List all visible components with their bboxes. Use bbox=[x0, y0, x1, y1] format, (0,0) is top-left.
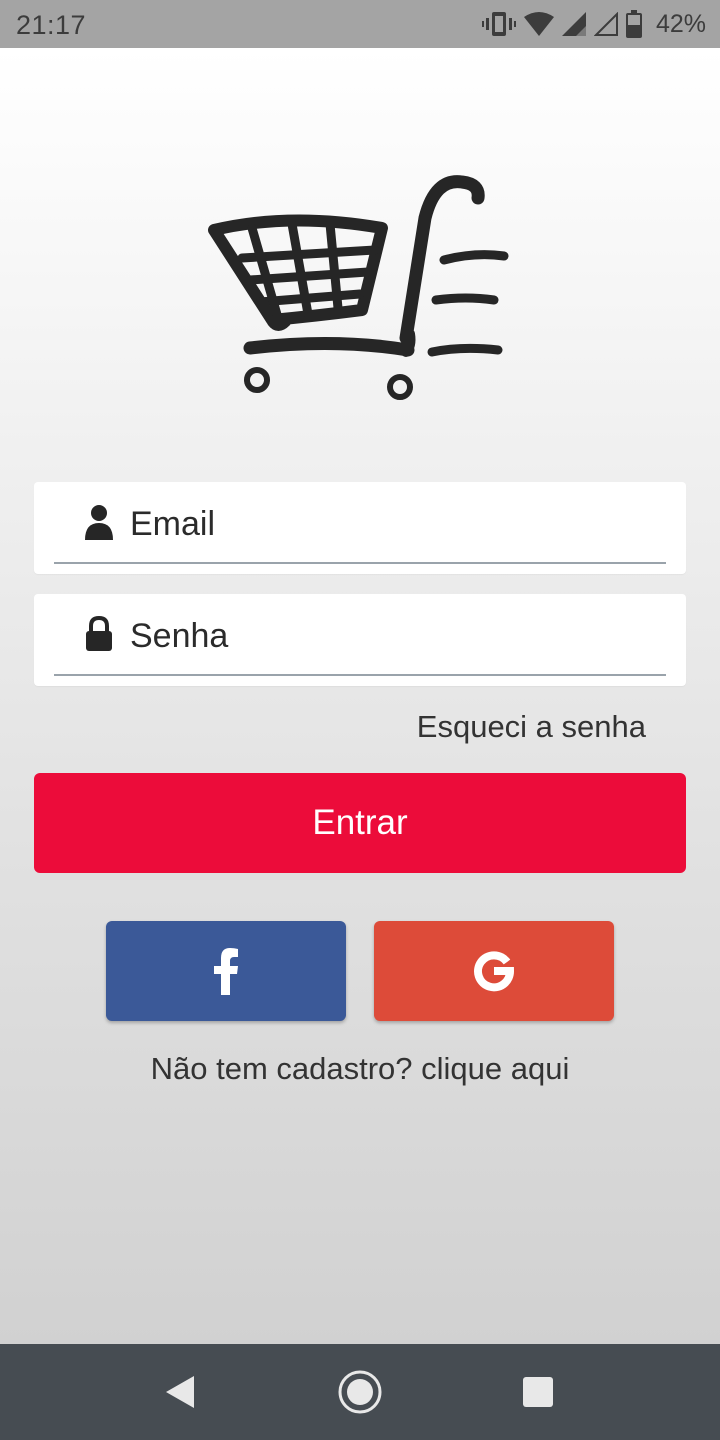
status-time: 21:17 bbox=[16, 10, 87, 40]
email-input[interactable] bbox=[130, 496, 650, 552]
password-underline bbox=[54, 674, 666, 676]
signal-empty-icon bbox=[593, 12, 618, 36]
facebook-login-button[interactable] bbox=[106, 921, 346, 1021]
battery-icon bbox=[625, 10, 642, 38]
google-icon bbox=[474, 951, 515, 992]
navigation-bar bbox=[0, 1344, 720, 1440]
lock-icon bbox=[86, 616, 112, 651]
user-icon bbox=[85, 505, 113, 540]
forgot-password-link[interactable]: Esqueci a senha bbox=[417, 709, 646, 745]
email-underline bbox=[54, 562, 666, 564]
status-bar: 21:17 42% bbox=[0, 0, 720, 48]
back-icon[interactable] bbox=[156, 1368, 204, 1416]
shopping-cart-icon bbox=[208, 175, 509, 400]
home-icon[interactable] bbox=[336, 1368, 384, 1416]
login-button[interactable]: Entrar bbox=[34, 773, 686, 873]
password-input[interactable] bbox=[130, 608, 650, 664]
signal-icon bbox=[561, 12, 586, 36]
email-field[interactable] bbox=[34, 482, 686, 574]
recents-icon[interactable] bbox=[514, 1368, 562, 1416]
password-field[interactable] bbox=[34, 594, 686, 686]
google-login-button[interactable] bbox=[374, 921, 614, 1021]
signup-link[interactable]: Não tem cadastro? clique aqui bbox=[0, 1051, 720, 1087]
login-screen: Esqueci a senha Entrar Não tem cadastro?… bbox=[0, 48, 720, 1344]
wifi-icon bbox=[523, 12, 554, 36]
facebook-icon bbox=[214, 948, 238, 995]
battery-percent: 42% bbox=[655, 9, 706, 38]
status-icons: 42% bbox=[481, 8, 706, 40]
vibrate-icon bbox=[481, 12, 516, 36]
